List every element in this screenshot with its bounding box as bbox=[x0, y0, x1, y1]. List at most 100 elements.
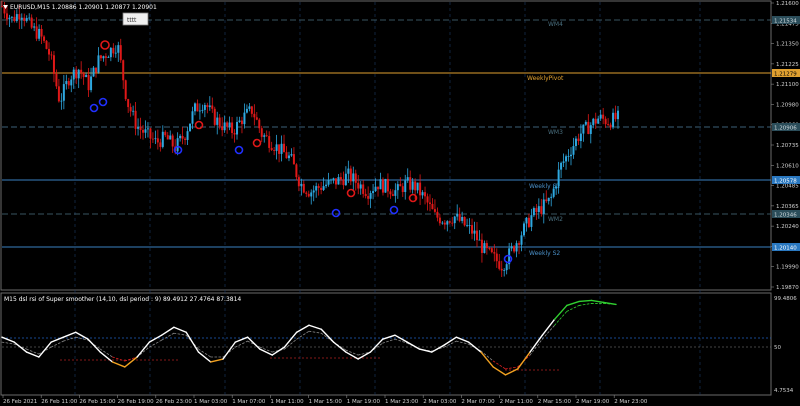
candle-body bbox=[144, 129, 147, 133]
candle-body bbox=[597, 118, 600, 124]
candle-body bbox=[193, 103, 196, 112]
candle-body bbox=[362, 184, 365, 194]
candle-body bbox=[238, 120, 241, 122]
candle-body bbox=[540, 206, 543, 214]
candle-body bbox=[50, 54, 53, 56]
candle-body bbox=[20, 17, 23, 20]
candle-body bbox=[265, 135, 268, 137]
price-axis-tick: 1.19870 bbox=[776, 285, 799, 291]
candle-body bbox=[419, 182, 422, 196]
candle-body bbox=[532, 208, 535, 216]
candle-body bbox=[156, 138, 159, 143]
candle-body bbox=[431, 203, 434, 210]
candle-body bbox=[287, 155, 290, 159]
candle-body bbox=[572, 146, 575, 155]
candle-body bbox=[99, 55, 102, 59]
candle-body bbox=[52, 55, 55, 74]
candle-body bbox=[480, 239, 483, 253]
candle-body bbox=[617, 110, 619, 120]
candle-body bbox=[577, 138, 580, 142]
indicator-axis-tick: 50 bbox=[774, 345, 781, 351]
candle-body bbox=[55, 73, 58, 87]
candle-body bbox=[337, 177, 340, 185]
candle-body bbox=[154, 138, 157, 140]
indicator-axis-tick: 99.4806 bbox=[774, 296, 797, 302]
candle-body bbox=[483, 243, 486, 253]
price-axis-tick: 1.20610 bbox=[776, 163, 799, 169]
candle-body bbox=[381, 179, 384, 193]
candle-body bbox=[236, 121, 239, 135]
candle-body bbox=[300, 183, 303, 187]
time-axis-label: 2 Mar 15:00 bbox=[538, 399, 572, 405]
wm2-price-tag: 1.20346 bbox=[774, 213, 797, 219]
time-axis-label: 1 Mar 19:00 bbox=[347, 399, 381, 405]
candle-body bbox=[485, 243, 488, 249]
candle-body bbox=[347, 168, 350, 174]
candle-body bbox=[522, 223, 525, 236]
tag-button[interactable]: tttt bbox=[122, 12, 149, 26]
candle-body bbox=[87, 74, 90, 91]
price-axis-tick: 1.20365 bbox=[776, 204, 799, 210]
candle-body bbox=[216, 117, 219, 125]
main-chart[interactable]: WM4 WeeklyPivot WM3 Weekly S1 WM2 Weekly… bbox=[0, 0, 800, 406]
candle-body bbox=[302, 183, 305, 193]
price-axis-tick: 1.20240 bbox=[776, 224, 799, 230]
candle-body bbox=[374, 186, 377, 192]
candle-body bbox=[399, 184, 402, 187]
time-axis-label: 1 Mar 11:00 bbox=[270, 399, 304, 405]
candle-body bbox=[248, 106, 251, 109]
candle-body bbox=[258, 119, 261, 129]
candle-body bbox=[75, 69, 78, 79]
candle-body bbox=[208, 105, 211, 108]
candle-body bbox=[139, 127, 142, 130]
indicator-title: M15 dsl rsi of Super smoother (14,10, ds… bbox=[4, 296, 241, 303]
candle-body bbox=[354, 173, 357, 183]
time-axis-label: 1 Mar 23:00 bbox=[385, 399, 419, 405]
candle-body bbox=[40, 28, 43, 37]
candle-body bbox=[394, 190, 397, 196]
candle-body bbox=[285, 152, 288, 159]
candle-body bbox=[45, 40, 48, 49]
candle-body bbox=[196, 103, 199, 112]
rsi-line-segment bbox=[578, 299, 593, 303]
candle-body bbox=[283, 143, 286, 153]
weekly-pivot-price-tag: 1.21279 bbox=[774, 72, 797, 78]
candle-body bbox=[43, 36, 46, 41]
candle-body bbox=[315, 186, 318, 191]
candle-body bbox=[278, 144, 281, 154]
candle-body bbox=[364, 193, 367, 197]
candle-body bbox=[176, 138, 179, 152]
candle-body bbox=[290, 154, 293, 156]
candle-body bbox=[231, 122, 234, 134]
time-axis-label: 1 Mar 15:00 bbox=[309, 399, 343, 405]
candle-body bbox=[260, 128, 263, 137]
wm3-label: WM3 bbox=[548, 129, 563, 136]
candle-body bbox=[127, 99, 130, 108]
candle-body bbox=[203, 105, 206, 110]
candle-body bbox=[471, 225, 474, 234]
candle-body bbox=[186, 131, 189, 140]
candle-body bbox=[35, 26, 38, 39]
candle-body bbox=[475, 230, 478, 241]
candle-body bbox=[505, 264, 508, 271]
candle-body bbox=[213, 108, 216, 125]
candle-body bbox=[142, 129, 145, 133]
candle-body bbox=[25, 18, 28, 21]
candle-body bbox=[104, 56, 107, 58]
candle-body bbox=[263, 135, 266, 137]
candle-body bbox=[537, 206, 540, 213]
candle-body bbox=[579, 133, 582, 142]
candle-body bbox=[547, 197, 550, 202]
candle-body bbox=[525, 217, 528, 224]
candle-body bbox=[530, 215, 533, 227]
candle-body bbox=[448, 221, 451, 223]
candle-body bbox=[498, 261, 501, 269]
candle-body bbox=[401, 186, 404, 193]
candle-body bbox=[396, 184, 399, 191]
candle-body bbox=[149, 128, 152, 139]
candle-body bbox=[245, 108, 248, 113]
candle-body bbox=[233, 133, 236, 135]
candle-body bbox=[191, 111, 194, 124]
time-axis-label: 1 Mar 07:00 bbox=[232, 399, 266, 405]
price-axis-tick: 1.21225 bbox=[776, 62, 799, 68]
